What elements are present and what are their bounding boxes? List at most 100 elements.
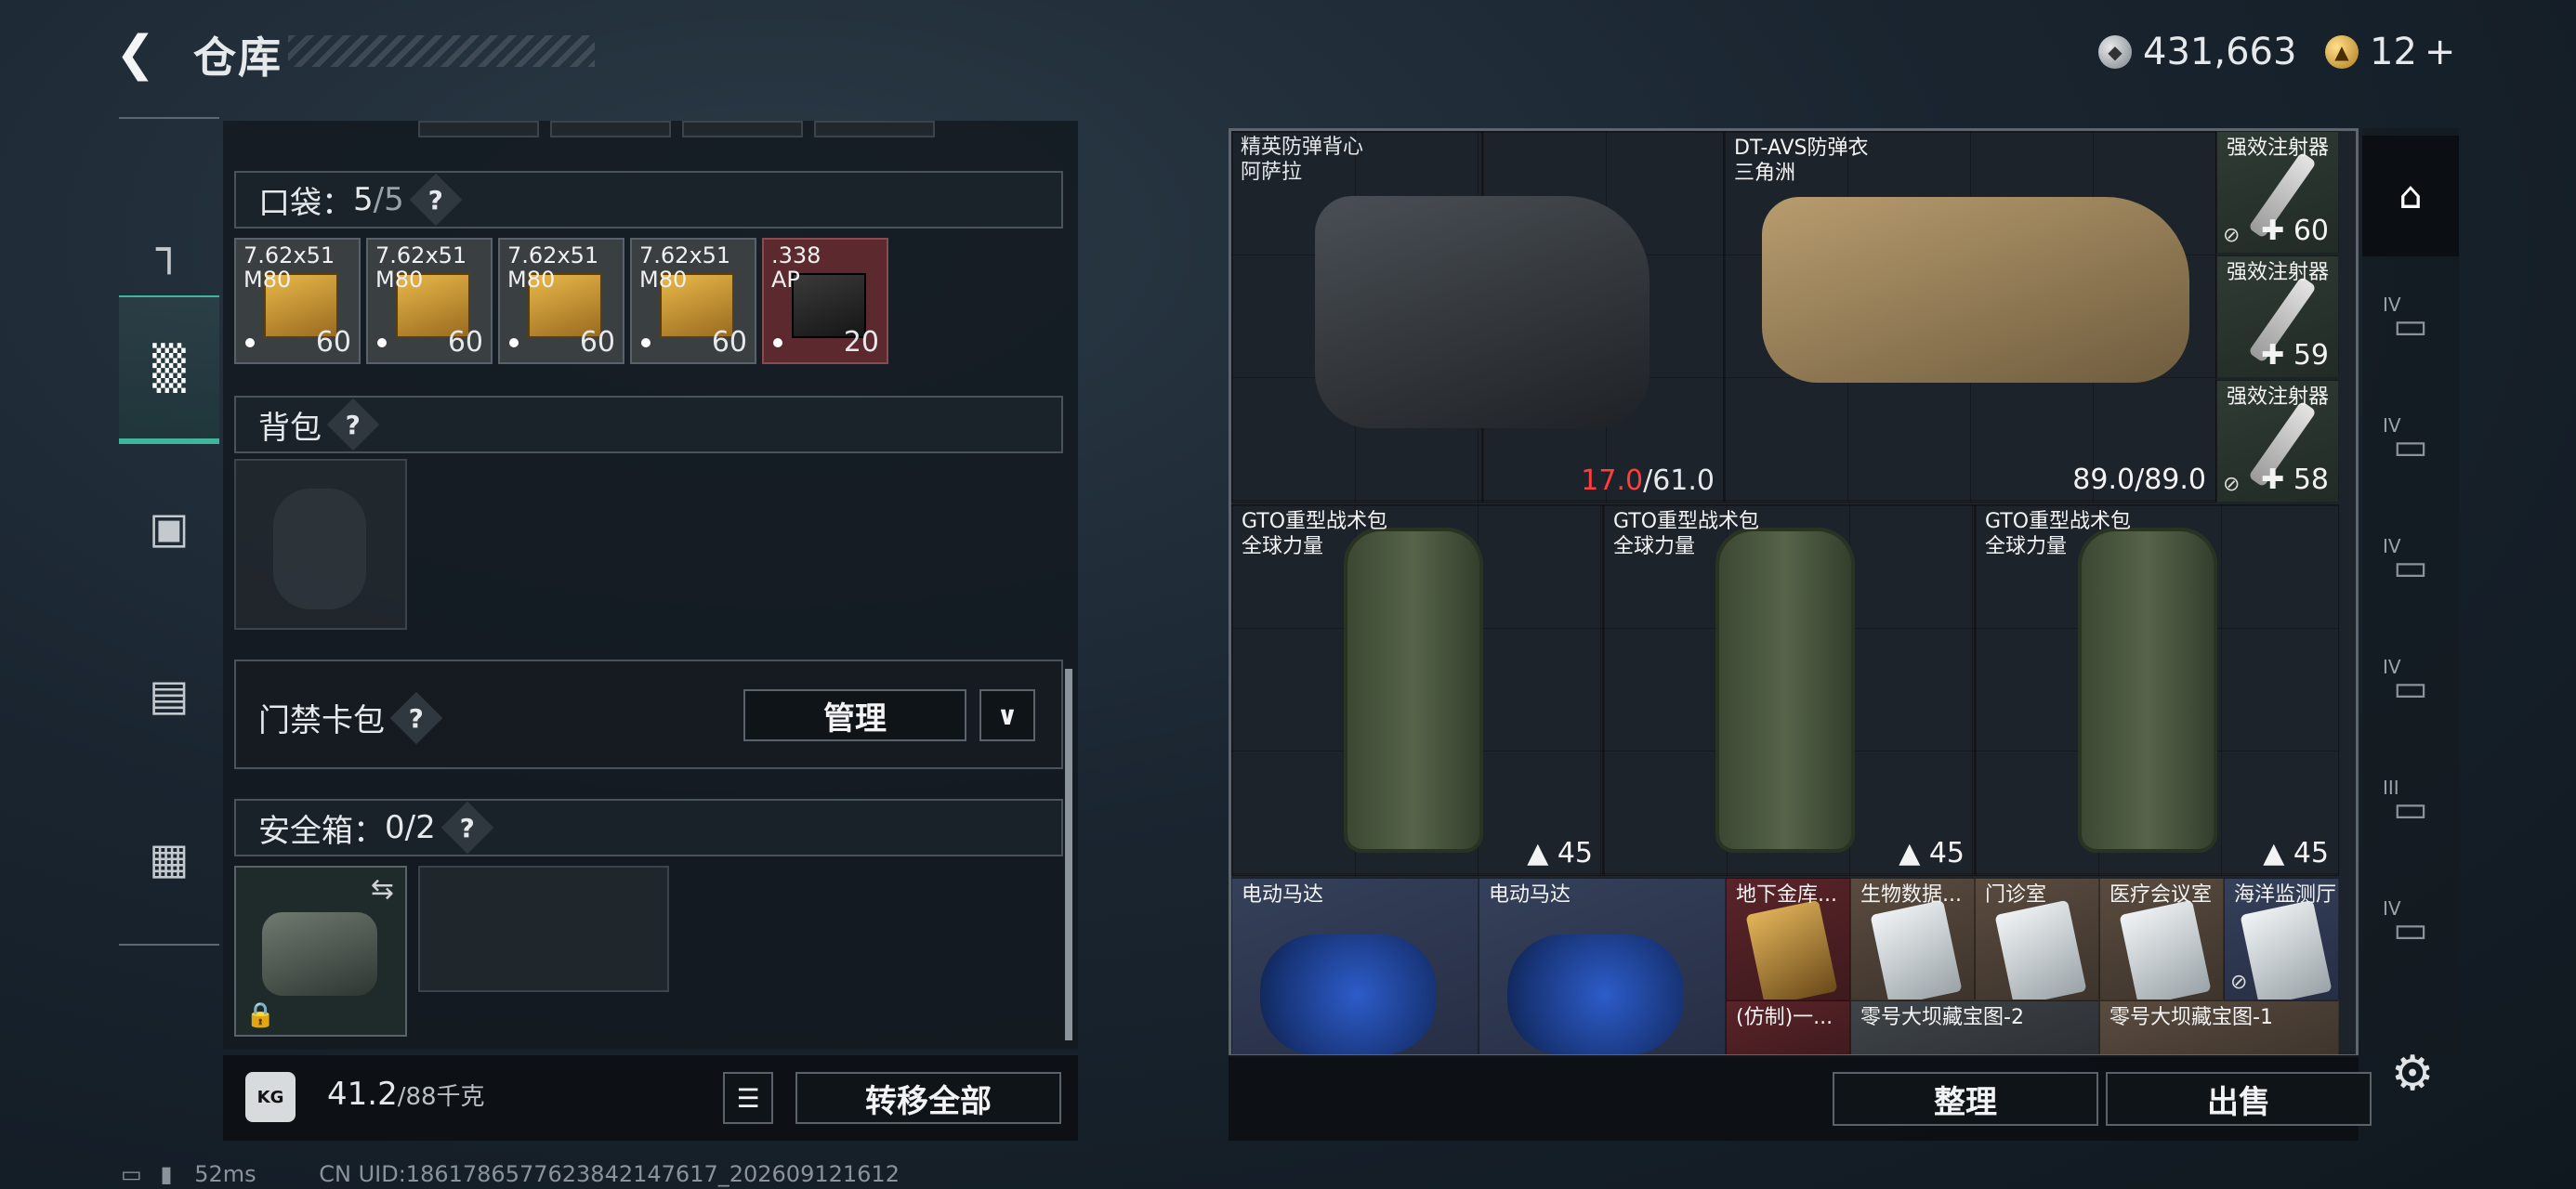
help-icon[interactable]: ? xyxy=(409,173,463,227)
item-name-line2: 阿萨拉 xyxy=(1241,161,1303,184)
item-capacity: ▲ 45 xyxy=(1899,837,1965,869)
armor-image xyxy=(1762,197,2189,383)
user-uid: CN UID:1861786577623842147617_2026091216… xyxy=(319,1161,900,1187)
safebox-slot[interactable]: ⇆ 🔒 xyxy=(234,866,407,1037)
dot-icon xyxy=(245,338,255,347)
gun-folder-icon[interactable]: IV ▭ xyxy=(2362,507,2459,628)
help-icon[interactable]: ? xyxy=(440,801,494,855)
stash-item-gto-backpack[interactable]: GTO重型战术包 全球力量 ▲ 45 xyxy=(1975,504,2339,876)
pocket-slot[interactable]: 7.62x51 M80 60 xyxy=(234,238,361,364)
item-name: 地下金库... xyxy=(1736,883,1837,907)
stash-item-treasure-map-2[interactable]: 零号大坝藏宝图-2 xyxy=(1850,1000,2099,1054)
sort-button[interactable]: 整理 xyxy=(1833,1072,2098,1126)
elite-vest-card[interactable]: 精英防弹背心 阿萨拉 17.0/61.0 xyxy=(1231,131,1724,503)
value-number: 59 xyxy=(2293,339,2329,372)
stash-item-injector[interactable]: 强效注射器 ⊘ ✚ 58 xyxy=(2216,380,2339,503)
home-stash-icon[interactable]: ⌂ xyxy=(2362,136,2459,256)
stash-tabs: ⌂ IV ▭ IV ▭ IV ▭ IV ▭ III ▭ IV ▭ xyxy=(2362,128,2459,1057)
gold-currency[interactable]: ▲ 12 + xyxy=(2325,28,2455,76)
no-insure-icon: ⊘ xyxy=(2223,224,2241,247)
stash-item-treasure-map-1[interactable]: 零号大坝藏宝图-1 xyxy=(2099,1000,2339,1054)
pocket-slot[interactable]: 7.62x51 M80 60 xyxy=(366,238,493,364)
cutoff-slot xyxy=(550,121,671,137)
vest-icon[interactable]: ▒ xyxy=(119,295,219,444)
pocket-slot[interactable]: 7.62x51 M80 60 xyxy=(630,238,756,364)
safebox-empty-slot[interactable] xyxy=(418,866,669,992)
pockets-label: 口袋： xyxy=(258,184,353,222)
page-title: 仓库 xyxy=(193,33,283,83)
pockets-count: 5 xyxy=(353,181,374,218)
item-name: 精英防弹背心 阿萨拉 xyxy=(1241,135,1363,185)
capacity-value: 45 xyxy=(1928,837,1965,869)
gear-icon[interactable]: ⚙ xyxy=(2386,1048,2438,1100)
stash-item-meeting-room-card[interactable]: 医疗会议室 xyxy=(2099,878,2224,1000)
durability-readout: 89.0/89.0 xyxy=(2072,464,2206,496)
stash-item-electric-motor[interactable]: 电动马达 xyxy=(1231,878,1479,1054)
stash-item-replica[interactable]: (仿制)一... xyxy=(1726,1000,1850,1054)
stash-item-gto-backpack[interactable]: GTO重型战术包 全球力量 ▲ 45 xyxy=(1603,504,1975,876)
gun-folder-icon[interactable]: IV ▭ xyxy=(2362,628,2459,749)
transfer-all-button[interactable]: 转移全部 xyxy=(795,1072,1061,1124)
pocket-slot[interactable]: .338 AP 20 xyxy=(762,238,888,364)
item-name: 强效注射器 xyxy=(2227,137,2330,160)
back-button[interactable]: ❮ xyxy=(115,28,167,80)
manage-button[interactable]: 管理 xyxy=(743,689,966,741)
stash-item-vault-card[interactable]: 地下金库... xyxy=(1726,878,1850,1000)
stash-item-injector[interactable]: 强效注射器 ⊘ ✚ 60 xyxy=(2216,131,2339,254)
vest-image xyxy=(1315,196,1649,428)
weight-readout: 41.2/88千克 xyxy=(327,1076,485,1113)
stash-action-bar: 整理 出售 xyxy=(1229,1055,2372,1141)
folder-icon[interactable]: III ▭ xyxy=(2362,749,2459,869)
sell-button[interactable]: 出售 xyxy=(2106,1072,2372,1126)
item-name-line1: GTO重型战术包 xyxy=(1613,510,1760,533)
tab-level: IV xyxy=(2383,414,2401,437)
ammo-caliber: 7.62x51 xyxy=(639,242,731,268)
ping-readout: 52ms xyxy=(194,1161,256,1187)
list-icon[interactable]: ☰ xyxy=(723,1072,773,1124)
help-icon[interactable]: ? xyxy=(326,398,380,451)
add-currency-icon[interactable]: + xyxy=(2425,31,2456,73)
add-folder-icon[interactable]: IV ▭ xyxy=(2362,869,2459,990)
backpack-placeholder-icon xyxy=(273,489,366,609)
keycard-title: 门禁卡包 ? xyxy=(258,691,443,744)
stash-item-ocean-card[interactable]: 海洋监测厅 ⊘ xyxy=(2224,878,2339,1000)
item-name-line2: 全球力量 xyxy=(1242,535,1324,558)
backpack-icon[interactable]: ▣ xyxy=(119,453,219,602)
item-name: 电动马达 xyxy=(1242,883,1324,907)
left-panel-scrollbar[interactable] xyxy=(1065,669,1072,1040)
pockets-header: 口袋： 5 /5 ? xyxy=(234,171,1063,229)
stash-item-clinic-card[interactable]: 门诊室 xyxy=(1975,878,2099,1000)
item-capacity: ▲ 45 xyxy=(1527,837,1593,869)
stash-item-electric-motor[interactable]: 电动马达 xyxy=(1479,878,1726,1054)
item-name: DT-AVS防弹衣 三角洲 xyxy=(1734,136,1868,186)
stash-item-biodata-card[interactable]: 生物数据... xyxy=(1850,878,1975,1000)
folder-icon[interactable]: IV ▭ xyxy=(2362,386,2459,507)
backpack-slot[interactable] xyxy=(234,459,407,630)
capacity-value: 45 xyxy=(2293,837,2329,869)
backpack-image xyxy=(1715,528,1855,853)
folder-icon[interactable]: IV ▭ xyxy=(2362,266,2459,386)
motor-image xyxy=(1260,934,1437,1054)
item-name: GTO重型战术包 全球力量 xyxy=(1242,509,1387,559)
swap-icon[interactable]: ⇆ xyxy=(371,873,394,906)
durability-current: 17.0 xyxy=(1581,464,1644,497)
item-name-line1: GTO重型战术包 xyxy=(1985,510,2132,533)
keycard-image xyxy=(2119,899,2212,1000)
stash-item-gto-backpack[interactable]: GTO重型战术包 全球力量 ▲ 45 xyxy=(1231,504,1603,876)
help-icon[interactable]: ? xyxy=(389,691,443,744)
ammo-type: M80 xyxy=(375,267,424,293)
cutoff-slot xyxy=(682,121,803,137)
toolbox-icon[interactable]: ▦ xyxy=(119,784,219,933)
title-decoration xyxy=(288,35,595,67)
case-icon[interactable]: ▤ xyxy=(119,621,219,769)
chevron-down-icon[interactable]: ∨ xyxy=(979,689,1035,741)
capacity-icon: ▲ xyxy=(1527,837,1549,869)
ammo-count: 60 xyxy=(579,326,615,359)
item-name: 海洋监测厅 xyxy=(2234,883,2337,907)
motor-image xyxy=(1507,934,1684,1054)
signal-icon: ▮ xyxy=(160,1161,173,1187)
pocket-slot[interactable]: 7.62x51 M80 60 xyxy=(498,238,624,364)
item-name-line1: DT-AVS防弹衣 xyxy=(1734,137,1869,160)
stash-item-dt-avs[interactable]: DT-AVS防弹衣 三角洲 89.0/89.0 xyxy=(1724,131,2216,503)
stash-item-injector[interactable]: 强效注射器 ✚ 59 xyxy=(2216,255,2339,378)
